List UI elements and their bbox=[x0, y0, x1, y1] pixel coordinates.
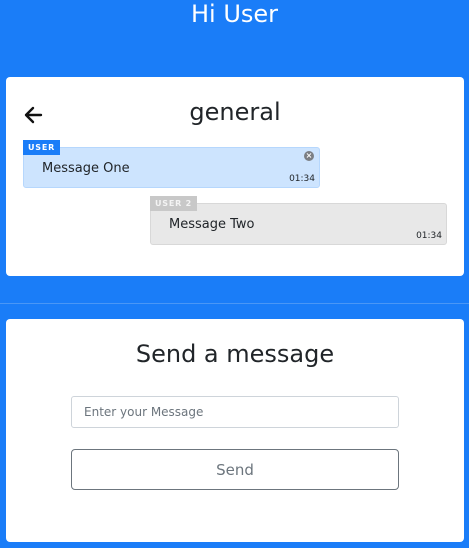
message-text: Message One bbox=[42, 161, 130, 176]
composer-panel: Send a message Send bbox=[6, 319, 464, 542]
chat-panel: general USER × Message One 01:34 USER 2 … bbox=[6, 77, 464, 276]
message-time: 01:34 bbox=[416, 231, 442, 241]
section-divider bbox=[0, 303, 469, 304]
author-badge: USER 2 bbox=[150, 196, 198, 211]
greeting-title: Hi User bbox=[190, 0, 279, 28]
message-text: Message Two bbox=[169, 217, 255, 232]
send-button[interactable]: Send bbox=[71, 449, 399, 490]
message-input[interactable] bbox=[71, 396, 399, 428]
composer-title: Send a message bbox=[135, 340, 335, 368]
room-title: general bbox=[189, 98, 281, 126]
message-bubble: USER 2 Message Two 01:34 bbox=[150, 196, 447, 245]
message-time: 01:34 bbox=[289, 174, 315, 184]
close-circle-icon[interactable]: × bbox=[304, 151, 314, 161]
author-badge: USER bbox=[23, 140, 61, 155]
message-bubble: USER × Message One 01:34 bbox=[23, 140, 320, 188]
